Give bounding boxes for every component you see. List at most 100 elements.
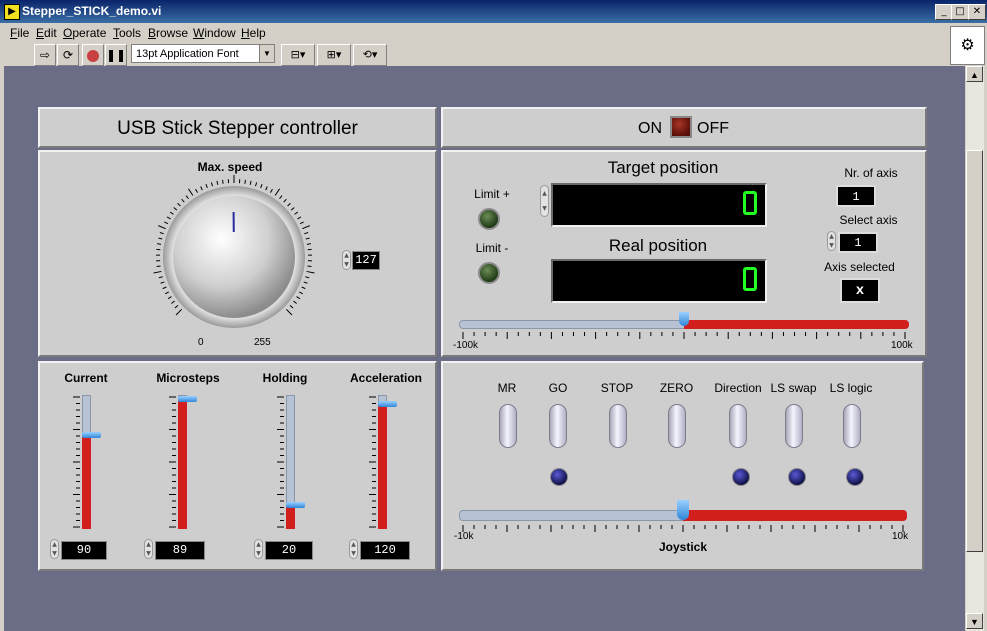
zero-switch[interactable] [668,404,686,448]
vslider-thumb[interactable] [378,401,397,407]
ls-swap-led [788,468,806,486]
go-switch[interactable] [549,404,567,448]
joystick-slider[interactable] [459,500,907,522]
speed-spinner[interactable]: ▲ ▼ [342,250,351,270]
vslider-thumb[interactable] [82,432,101,438]
max-speed-knob[interactable] [146,174,326,344]
current-label: Current [64,371,108,385]
knob-tick [174,304,179,309]
position-slider-fill [684,320,909,329]
knob-tick [305,237,310,240]
menu-help[interactable]: Help [241,26,266,40]
select-axis-spinner[interactable]: ▲ ▼ [827,231,836,251]
holding-spinner[interactable]: ▲ ▼ [254,539,263,559]
select-axis-value[interactable]: 1 [838,232,878,253]
scroll-down-icon[interactable]: ▼ [966,613,983,629]
vi-connector-icon[interactable]: ⚙ [950,26,985,65]
font-selector-value: 13pt Application Font [136,48,239,60]
knob-tick [279,195,283,199]
menu-bar [0,23,948,42]
position-slider-thumb[interactable] [679,312,689,326]
menu-edit[interactable]: Edit [36,26,57,40]
ls-logic-switch[interactable] [843,404,861,448]
vslider-fill [286,505,295,529]
acceleration-label: Acceleration [349,371,423,385]
direction-label: Direction [714,381,762,395]
vslider-scale [277,396,284,528]
real-position-label: Real position [608,236,708,255]
axis-selected-label: Axis selected [824,260,895,274]
settings-frame: Current Microsteps Holding Acceleration … [38,361,437,571]
target-position-value: 0 [743,191,757,215]
microsteps-label: Microsteps [156,371,220,385]
knob-tick [162,286,167,290]
vslider-thumb[interactable] [178,396,197,402]
ls-swap-switch[interactable] [785,404,803,448]
current-spinner[interactable]: ▲ ▼ [50,539,59,559]
acceleration-value[interactable]: 120 [360,541,410,560]
microsteps-spinner[interactable]: ▲ ▼ [144,539,153,559]
maximize-button[interactable]: □ [951,4,969,20]
knob-tick [205,184,208,189]
position-frame: Limit + Limit - Target position ▲▼ 0 Rea… [441,150,927,357]
holding-value[interactable]: 20 [265,541,313,560]
menu-operate[interactable]: Operate [63,26,106,40]
pause-icon[interactable]: ❚❚ [105,44,127,66]
position-slider-scale [462,332,906,339]
current-value[interactable]: 90 [61,541,107,560]
knob-tick [265,186,268,191]
window-title: Stepper_STICK_demo.vi [22,4,162,18]
knob-tick [299,221,304,225]
knob-tick [164,291,169,295]
knob-tick [200,186,203,191]
reorder-icon[interactable]: ⟲▾ [353,44,387,66]
scrollbar-thumb[interactable] [966,150,983,552]
target-position-spinner[interactable]: ▲ ▼ [540,185,549,217]
font-selector[interactable]: 13pt Application Font ▼ [131,44,275,63]
power-toggle-button[interactable] [670,116,692,138]
menu-tools[interactable]: Tools [113,26,141,40]
joystick-slider-thumb[interactable] [677,500,689,520]
acceleration-spinner[interactable]: ▲ ▼ [349,539,358,559]
distribute-objects-icon[interactable]: ⊞▾ [317,44,351,66]
knob-tick [289,304,294,309]
direction-switch[interactable] [729,404,747,448]
target-position-display[interactable]: 0 [551,183,767,227]
power-off-label: OFF [697,120,729,137]
knob-tick [167,296,172,300]
ls-logic-led [846,468,864,486]
close-button[interactable]: ✕ [968,4,986,20]
knob-tick [158,237,163,240]
knob-tick [158,276,163,279]
menu-browse[interactable]: Browse [148,26,188,40]
knob-tick [216,180,219,185]
scroll-up-icon[interactable]: ▲ [966,66,983,82]
go-led [550,468,568,486]
knob-tick [177,202,181,207]
run-continuously-icon[interactable]: ⟳ [57,44,79,66]
knob-tick [303,281,308,284]
knob-tick [195,188,198,193]
mr-label: MR [497,381,517,395]
align-objects-icon[interactable]: ⊟▾ [281,44,315,66]
run-arrow-icon[interactable]: ⇨ [34,44,56,66]
knob-tick [285,308,293,316]
stop-icon [87,49,99,62]
stop-label: STOP [600,381,634,395]
menu-window[interactable]: Window [193,26,236,40]
stop-switch[interactable] [609,404,627,448]
menu-file[interactable]: File [10,26,29,40]
knob-tick [249,180,252,185]
ls-swap-label: LS swap [770,381,817,395]
ls-logic-label: LS logic [829,381,873,395]
position-slider[interactable] [459,312,909,330]
vslider-thumb[interactable] [286,502,305,508]
microsteps-value[interactable]: 89 [155,541,205,560]
knob-tick [159,232,164,235]
speed-value[interactable]: 127 [352,251,380,270]
knob-min-label: 0 [198,337,204,348]
mr-switch[interactable] [499,404,517,448]
control-frame: MR GO STOP ZERO Direction LS swap LS log… [441,361,924,571]
knob-tick [175,308,183,316]
abort-button[interactable] [82,44,104,66]
